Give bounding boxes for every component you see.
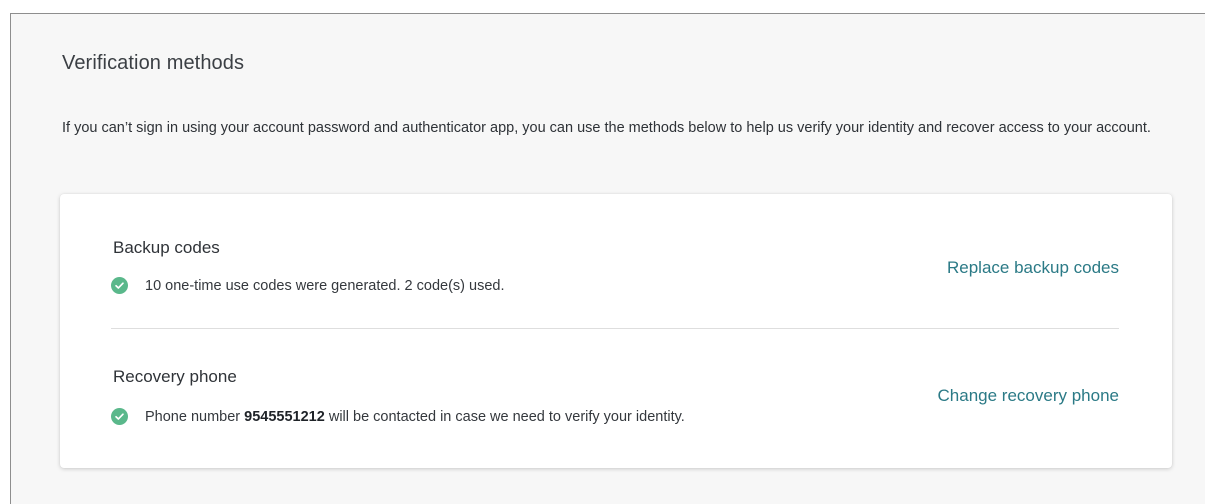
phone-status-prefix: Phone number [145,408,245,425]
change-recovery-phone-link[interactable]: Change recovery phone [938,386,1119,406]
verification-methods-panel: Verification methods If you can’t sign i… [10,13,1205,504]
check-circle-icon [111,408,128,425]
page-description: If you can’t sign in using your account … [62,120,1151,136]
verification-methods-card: Backup codes 10 one-time use codes were … [60,194,1172,468]
recovery-phone-status: Phone number 9545551212 will be contacte… [111,408,685,425]
recovery-phone-status-text: Phone number 9545551212 will be contacte… [145,409,685,425]
backup-codes-title: Backup codes [113,238,220,257]
backup-codes-status: 10 one-time use codes were generated. 2 … [111,277,505,294]
check-circle-icon [111,277,128,294]
page-title: Verification methods [62,52,245,74]
section-divider [111,328,1119,329]
recovery-phone-number: 9545551212 [244,408,325,425]
backup-codes-status-text: 10 one-time use codes were generated. 2 … [145,277,505,294]
recovery-phone-title: Recovery phone [113,367,237,386]
phone-status-suffix: will be contacted in case we need to ver… [324,408,685,425]
replace-backup-codes-link[interactable]: Replace backup codes [947,258,1119,278]
